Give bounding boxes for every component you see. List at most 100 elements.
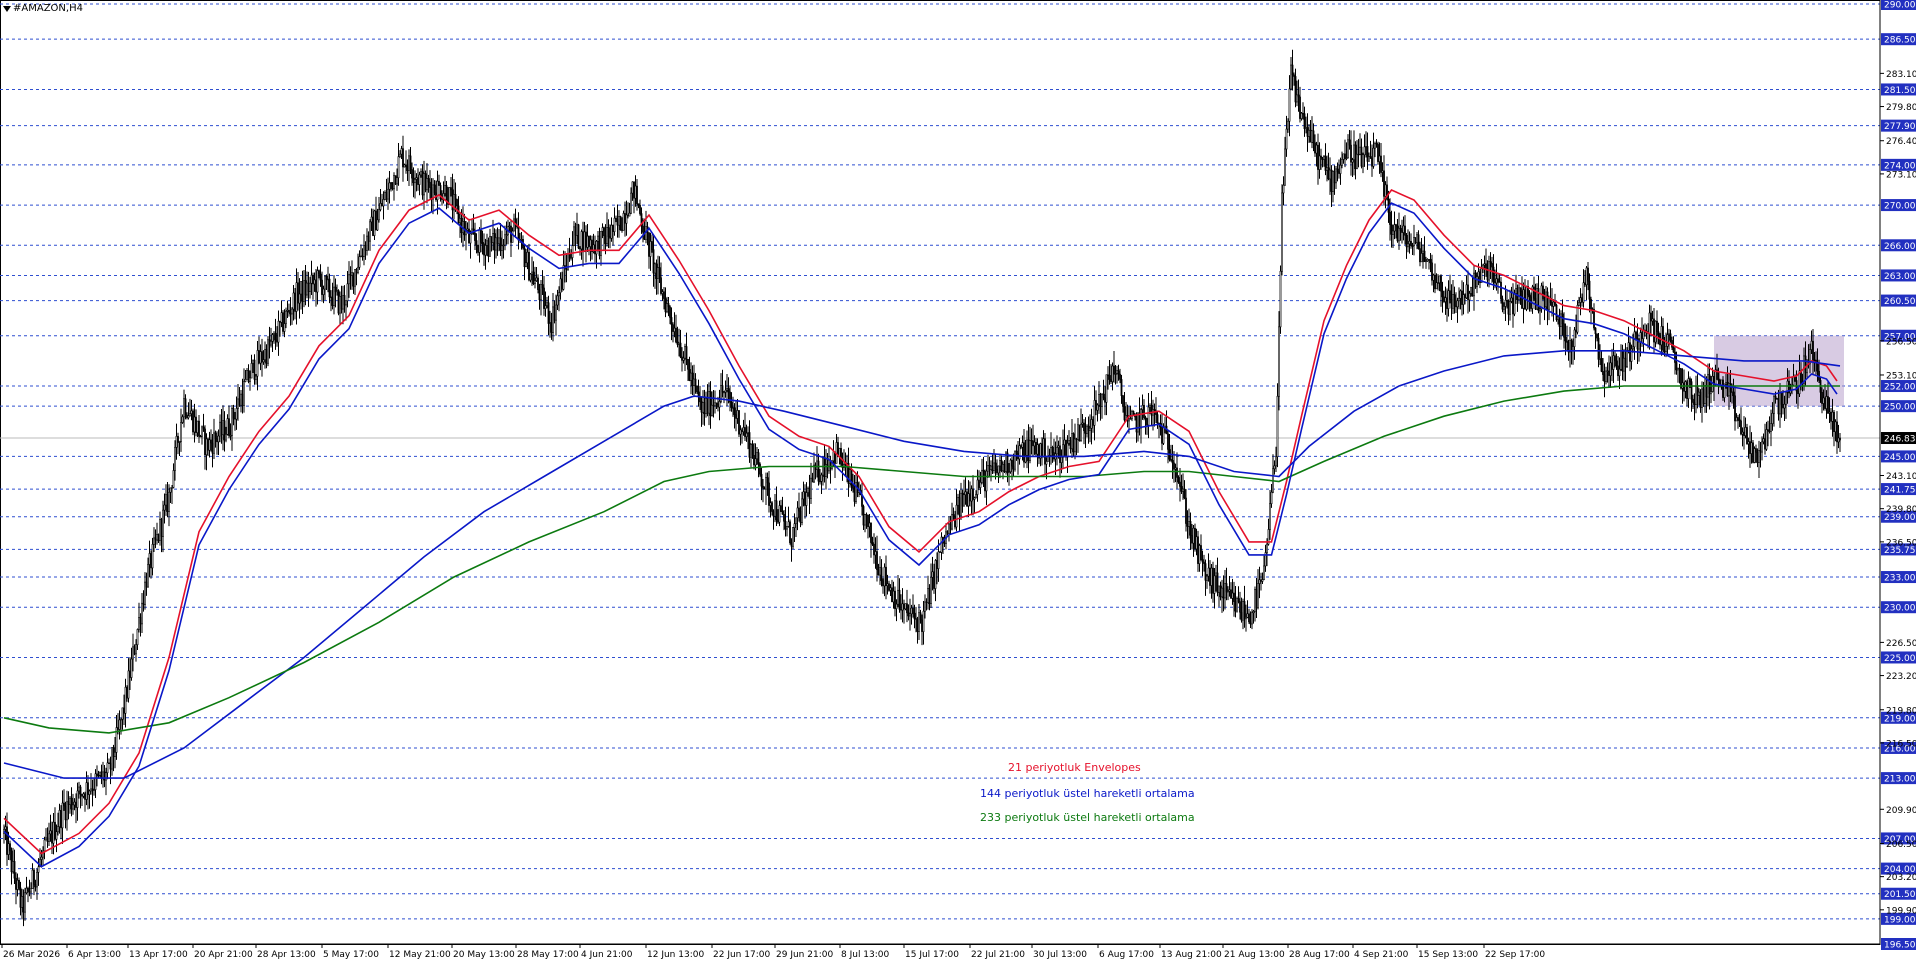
current-price-label: 246.83 xyxy=(1884,435,1916,445)
candle-body xyxy=(1416,234,1418,243)
candle-body xyxy=(1210,567,1213,586)
candle-body xyxy=(1735,417,1738,422)
candle-body xyxy=(1510,297,1513,302)
price-level-label: 263.00 xyxy=(1884,272,1916,282)
candle-body xyxy=(1018,445,1021,460)
candle-body xyxy=(751,444,754,456)
price-level-label: 196.50 xyxy=(1884,941,1916,951)
candle-body xyxy=(672,324,674,332)
candle-body xyxy=(789,521,791,544)
candle-body xyxy=(787,521,790,527)
candle-body xyxy=(924,601,926,612)
candle-body xyxy=(1692,398,1694,403)
candle-body xyxy=(313,279,316,285)
candle-body xyxy=(1783,403,1786,409)
candle-body xyxy=(403,164,406,168)
candle-body xyxy=(1725,382,1727,385)
candle-body xyxy=(801,498,803,523)
candle-body xyxy=(1308,129,1310,137)
price-chart[interactable]: 290.00286.50281.50277.90274.00270.00266.… xyxy=(0,0,1916,963)
candle-body xyxy=(1300,112,1303,119)
candle-body xyxy=(250,363,253,379)
candle-body xyxy=(1129,418,1132,420)
candle-body xyxy=(1732,391,1735,397)
candle-body xyxy=(283,323,286,332)
candle-body xyxy=(1608,370,1610,376)
candle-body xyxy=(36,871,38,888)
candle-body xyxy=(1327,167,1330,180)
candle-body xyxy=(381,203,383,207)
candle-body xyxy=(243,381,245,406)
candle-body xyxy=(1548,298,1550,310)
candle-body xyxy=(1000,460,1003,472)
candle-body xyxy=(285,310,287,324)
candle-body xyxy=(1045,461,1048,465)
candle-body xyxy=(169,487,172,493)
candle-body xyxy=(1117,370,1120,375)
candle-body xyxy=(481,242,484,245)
candle-body xyxy=(1180,486,1183,492)
candle-body xyxy=(892,590,895,603)
candle-body xyxy=(282,312,284,332)
candle-body xyxy=(1318,155,1321,170)
chart-window[interactable]: 290.00 286.50 281.50 277.90 274.00 270.00 266.… xyxy=(0,0,1916,963)
candle-body xyxy=(967,493,970,507)
candle-body xyxy=(1405,235,1408,248)
x-tick-label: 5 May 17:00 xyxy=(323,950,379,960)
candle-body xyxy=(681,356,683,361)
candle-body xyxy=(1173,462,1175,470)
candle-body xyxy=(570,257,572,259)
candle-body xyxy=(1777,398,1780,415)
candle-body xyxy=(576,224,578,236)
candle-body xyxy=(763,487,766,490)
candle-body xyxy=(1494,281,1496,284)
candle-body xyxy=(19,887,22,908)
candle-body xyxy=(1752,442,1754,463)
candle-body xyxy=(1335,168,1337,184)
candle-body xyxy=(48,833,50,842)
candle-body xyxy=(1698,391,1700,396)
candle-body xyxy=(714,402,716,407)
candle-body xyxy=(1584,282,1586,286)
candle-body xyxy=(1219,585,1222,598)
candle-body xyxy=(459,218,461,224)
triangle-down-icon[interactable] xyxy=(3,5,11,13)
candle-body xyxy=(63,802,65,807)
candle-body xyxy=(991,465,994,471)
candle-body xyxy=(198,420,200,437)
candle-body xyxy=(994,462,997,470)
candle-body xyxy=(499,237,502,251)
candle-body xyxy=(207,438,209,451)
candle-body xyxy=(136,629,139,646)
candle-body xyxy=(1366,146,1369,162)
candle-body xyxy=(184,398,187,416)
candle-body xyxy=(129,670,131,678)
candle-body xyxy=(940,536,943,553)
candle-body xyxy=(688,369,691,381)
candle-body xyxy=(1089,427,1091,431)
candle-body xyxy=(4,826,7,830)
candle-body xyxy=(1374,143,1376,149)
candle-body xyxy=(433,184,436,194)
candle-body xyxy=(214,432,217,440)
candle-body xyxy=(1689,378,1691,382)
candle-body xyxy=(117,727,119,730)
candle-body xyxy=(1651,318,1654,322)
candle-body xyxy=(754,458,757,466)
candle-body xyxy=(241,393,244,406)
candle-body xyxy=(1759,450,1762,453)
candle-body xyxy=(409,155,412,170)
candle-body xyxy=(738,410,740,435)
candle-body xyxy=(1291,64,1294,76)
candle-body xyxy=(1281,192,1283,272)
candle-body xyxy=(618,216,620,226)
x-tick-label: 6 Aug 17:00 xyxy=(1099,950,1154,960)
candle-body xyxy=(1249,621,1252,625)
candle-body xyxy=(1185,497,1187,524)
candle-body xyxy=(1695,385,1697,405)
candle-body xyxy=(366,235,368,251)
candle-body xyxy=(60,810,62,829)
candle-body xyxy=(1693,402,1696,405)
candle-body xyxy=(1593,308,1595,329)
candle-body xyxy=(1204,563,1207,581)
